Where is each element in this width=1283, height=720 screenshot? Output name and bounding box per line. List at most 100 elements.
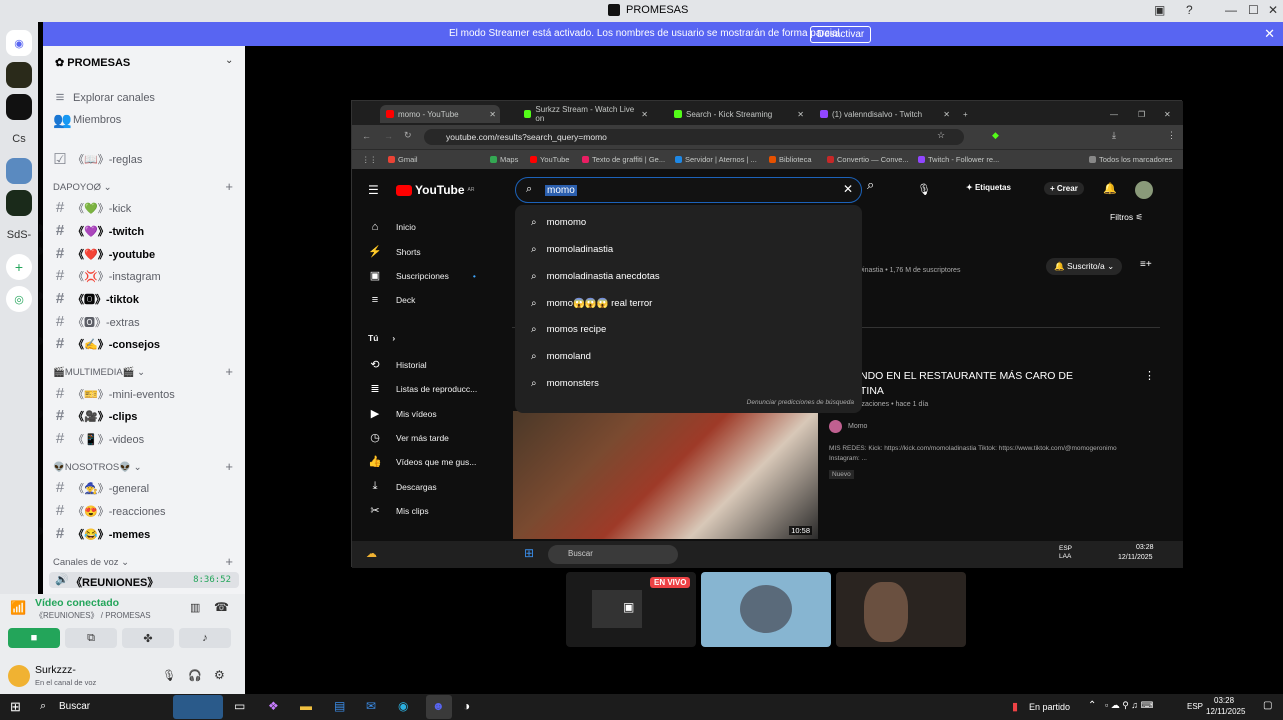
close-icon[interactable]: ✕ (1264, 26, 1275, 42)
channel-reglas[interactable]: ☑ 《📖》-reglas (53, 150, 142, 168)
help-icon[interactable]: ? (1186, 3, 1193, 17)
search-highlight-image[interactable] (173, 695, 223, 719)
server-cs[interactable]: Cs (6, 126, 32, 152)
channel-item[interactable]: # 《😍》-reacciones (53, 502, 166, 519)
server-icon[interactable] (6, 190, 32, 216)
edge-icon[interactable]: ◉ (398, 699, 408, 713)
discord-home-icon[interactable]: ◉ (6, 30, 32, 56)
menu-icon[interactable]: ⋮ (1167, 130, 1176, 141)
bookmark-item[interactable]: Texto de graffiti | Ge... (582, 155, 665, 164)
bookmark-item[interactable]: Convertio — Conve... (827, 155, 909, 164)
video-title[interactable]: NDO EN EL RESTAURANTE MÁS CARO DE TINA (860, 369, 1073, 399)
settings-gear-icon[interactable]: ⚙ (214, 668, 225, 682)
playlist-add-icon[interactable]: ≡+ (1140, 259, 1152, 270)
game-status[interactable]: En partido (1029, 702, 1070, 712)
disable-streamer-button[interactable]: Desactivar (810, 26, 872, 43)
bookmark-item[interactable]: Biblioteca (769, 155, 812, 164)
download-icon[interactable]: ⤓ (1112, 130, 1116, 141)
channel-item[interactable]: # 《🧙》-general (53, 479, 149, 496)
report-predictions-link[interactable]: Denunciar predicciones de búsqueda (747, 399, 854, 406)
nav-liked[interactable]: 👍 Vídeos que me gus... (368, 455, 476, 468)
channel-item[interactable]: # 《💜》-twitch (53, 222, 144, 239)
bookmark-item[interactable]: Maps (490, 155, 518, 164)
filters-button[interactable]: Filtros ⚟ (1110, 212, 1143, 223)
signal-icon[interactable]: 📶 (10, 600, 26, 616)
add-channel-icon[interactable]: + (225, 554, 233, 569)
nav-subscriptions[interactable]: ▣ Suscripciones • (368, 269, 476, 282)
close-button[interactable]: ✕ (1268, 3, 1278, 17)
channel-item[interactable]: # 《✍️》-consejos (53, 335, 160, 352)
nav-shorts[interactable]: ⚡ Shorts (368, 245, 420, 258)
channel-item[interactable]: # 《🎫》-mini-eventos (53, 385, 175, 402)
apps-icon[interactable]: ⋮⋮ (362, 155, 377, 164)
noise-icon[interactable]: ▥ (190, 601, 200, 614)
username[interactable]: Surkzzz- (35, 664, 76, 676)
suggestion-item[interactable]: ⌕ momos recipe (531, 324, 606, 335)
create-button[interactable]: + Crear (1044, 182, 1084, 195)
nav-home[interactable]: ⌂ Inicio (368, 221, 416, 233)
server-icon[interactable] (6, 94, 32, 120)
nav-deck[interactable]: ≡ Deck (368, 294, 416, 306)
video-channel[interactable]: Momo (848, 423, 867, 430)
server-sds[interactable]: SdS- (6, 222, 32, 248)
participant-tile-stream[interactable]: ▣ EN VIVO (566, 572, 696, 647)
members[interactable]: 👥 Miembros (53, 111, 121, 129)
avatar[interactable] (1135, 181, 1153, 199)
search-button[interactable]: ⌕ (867, 177, 897, 203)
taskbar-search[interactable]: Buscar (59, 701, 90, 712)
hamburger-icon[interactable]: ☰ (368, 183, 379, 197)
bookmark-item[interactable]: YouTube (530, 155, 569, 164)
youtube-logo[interactable]: YouTube AR (396, 183, 475, 197)
nav-watch-later[interactable]: ◷ Ver más tarde (368, 431, 449, 444)
add-channel-icon[interactable]: + (225, 364, 233, 379)
tab-youtube[interactable]: momo - YouTube ✕ (380, 105, 500, 123)
minimize-icon[interactable]: — (1104, 105, 1118, 123)
video-thumbnail[interactable]: 10:58 (513, 411, 818, 539)
store-icon[interactable]: ▤ (334, 699, 345, 713)
soundboard-button[interactable]: ♪ (179, 628, 231, 648)
clock-time[interactable]: 03:28 (1214, 696, 1234, 705)
screen-share-button[interactable]: ⧉ (65, 628, 117, 648)
add-channel-icon[interactable]: + (225, 179, 233, 194)
discord-taskbar-button[interactable]: ☻ (426, 695, 452, 719)
browse-channels[interactable]: ≡ Explorar canales (53, 89, 155, 106)
app-icon[interactable]: ◑ (463, 699, 470, 713)
camera-button[interactable]: ■ (8, 628, 60, 648)
add-channel-icon[interactable]: + (225, 459, 233, 474)
more-options-icon[interactable]: ⋮ (1144, 369, 1155, 382)
server-icon[interactable] (6, 158, 32, 184)
bookmark-item[interactable]: Twitch - Follower re... (918, 155, 999, 164)
tray-icons[interactable]: ▫ ☁ ⚲ ♫ ⌨ (1105, 700, 1154, 711)
mic-icon[interactable]: 🎙 (917, 183, 931, 196)
add-server-icon[interactable]: + (6, 254, 32, 280)
reload-icon[interactable]: ↻ (404, 130, 412, 141)
channel-item[interactable]: # 《😂》-memes (53, 525, 150, 542)
tab-kick-stream[interactable]: Surkzz Stream - Watch Live on ✕ (518, 105, 648, 123)
extension-icon[interactable]: ◆ (992, 130, 999, 141)
channel-item[interactable]: # 《📱》-videos (53, 430, 144, 447)
task-view-icon[interactable]: ▭ (234, 699, 245, 713)
suggestion-item[interactable]: ⌕ momoland (531, 351, 591, 362)
tab-kick-search[interactable]: Search - Kick Streaming ✕ (668, 105, 804, 123)
language-indicator[interactable]: ESP (1187, 702, 1203, 711)
category-header[interactable]: DAPOYOØ ⌄ (53, 182, 112, 193)
shared-screen-browser[interactable]: momo - YouTube ✕ Surkzz Stream - Watch Li… (351, 100, 1183, 568)
minimize-button[interactable]: — (1225, 3, 1237, 17)
bookmark-star-icon[interactable]: ☆ (937, 130, 945, 141)
nav-my-videos[interactable]: ▶ Mis vídeos (368, 407, 437, 420)
forward-icon[interactable]: → (384, 131, 393, 141)
channel-item[interactable]: # 《💚》-kick (53, 199, 131, 216)
server-icon[interactable] (6, 62, 32, 88)
mic-icon[interactable]: 🎙 (162, 669, 176, 682)
maximize-button[interactable]: ☐ (1248, 3, 1259, 17)
windows-start-icon[interactable]: ⊞ (10, 699, 21, 715)
category-header[interactable]: 👽NOSOTROS👽 ⌄ (53, 462, 142, 473)
close-icon[interactable]: ✕ (1158, 105, 1171, 123)
bookmark-item[interactable]: Gmail (388, 155, 418, 164)
channel-item[interactable]: # 《💢》-instagram (53, 267, 161, 284)
labels-button[interactable]: ✦ Etiquetas (966, 183, 1011, 192)
participant-tile-camera[interactable] (836, 572, 966, 647)
nav-playlists[interactable]: ≣ Listas de reproducc... (368, 382, 477, 395)
participant-tile-avatar[interactable] (701, 572, 831, 647)
subscribed-button[interactable]: 🔔 Suscrito/a ⌄ (1046, 258, 1123, 275)
